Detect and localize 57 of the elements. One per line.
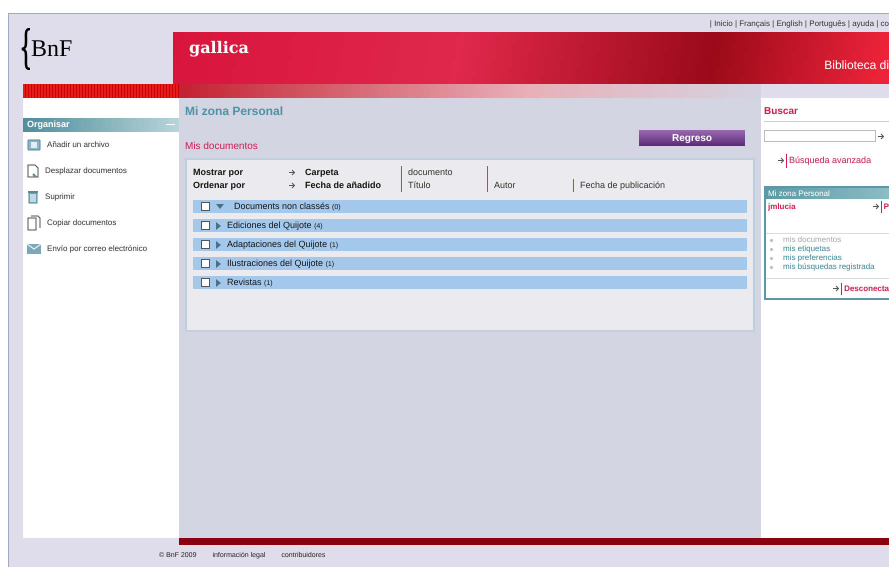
page-title: Mi zona Personal	[185, 103, 284, 120]
sort-option[interactable]: Fecha de publicación	[573, 179, 747, 192]
gallica-logo[interactable]: gallica	[173, 32, 249, 60]
tagline: Biblioteca di	[824, 57, 889, 74]
arrow-icon	[289, 182, 295, 189]
bullet-icon	[770, 256, 773, 260]
trash-icon	[27, 190, 39, 204]
sidebar-item[interactable]: Copiar documentos	[23, 210, 179, 236]
language-links[interactable]: | Inicio | Français | English | Português | ayuda | co	[710, 14, 889, 32]
section-title: Mis documentos	[185, 140, 258, 154]
back-button[interactable]: Regreso	[639, 130, 745, 146]
caret-right-icon[interactable]	[216, 222, 221, 230]
option-label: Mostrar por	[193, 166, 244, 179]
brace-icon	[21, 28, 31, 70]
logout-link[interactable]: Desconecta	[841, 282, 889, 294]
username: jmlucia	[768, 200, 796, 212]
add-file-icon	[27, 139, 41, 151]
sidebar-title: Organisar	[27, 118, 70, 132]
profile-link[interactable]: P	[880, 200, 889, 212]
sort-option[interactable]: Fecha de añadido	[299, 179, 401, 192]
caret-right-icon[interactable]	[216, 260, 221, 268]
envelope-icon	[27, 244, 41, 254]
sidebar-item[interactable]: Suprimir	[23, 184, 179, 210]
caret-right-icon[interactable]	[216, 278, 221, 286]
bullet-icon	[770, 238, 773, 242]
document-icon	[27, 164, 39, 178]
arrow-icon	[833, 285, 840, 292]
personal-link[interactable]: mis etiquetas	[783, 243, 830, 255]
sidebar-item[interactable]: Envío por correo electrónico	[23, 236, 179, 262]
checkbox[interactable]	[201, 221, 210, 230]
checkbox[interactable]	[201, 240, 210, 249]
arrow-icon	[778, 157, 784, 164]
bullet-icon	[770, 248, 773, 250]
sidebar-item[interactable]: Desplazar documentos	[23, 158, 179, 184]
sidebar-item[interactable]: Añadir un archivo	[23, 132, 179, 158]
advanced-search-link[interactable]: Búsqueda avanzada	[786, 154, 872, 168]
sort-option[interactable]: Autor	[487, 179, 573, 192]
search-field[interactable]	[764, 130, 876, 142]
caret-down-icon[interactable]	[216, 204, 224, 210]
option-label: Ordenar por	[193, 179, 246, 192]
checkbox[interactable]	[201, 259, 210, 268]
sort-option[interactable]: documento	[401, 166, 487, 179]
checkbox[interactable]	[201, 278, 210, 287]
panel-title: Mi zona Personal	[766, 188, 889, 198]
sort-option[interactable]: Carpeta	[299, 166, 401, 179]
arrow-icon	[289, 169, 295, 176]
arrow-icon	[872, 203, 879, 210]
go-arrow-icon[interactable]	[878, 132, 884, 140]
bullet-icon	[770, 266, 773, 268]
search-title: Buscar	[764, 104, 889, 122]
sort-option[interactable]: Título	[401, 179, 487, 192]
documents-icon	[27, 215, 41, 231]
checkbox[interactable]	[201, 202, 210, 211]
caret-right-icon[interactable]	[216, 240, 221, 248]
bnf-logo[interactable]: BnF	[31, 31, 72, 67]
personal-link[interactable]: mis preferencias	[783, 252, 842, 264]
personal-link[interactable]: mis búsquedas registrada	[783, 261, 875, 273]
